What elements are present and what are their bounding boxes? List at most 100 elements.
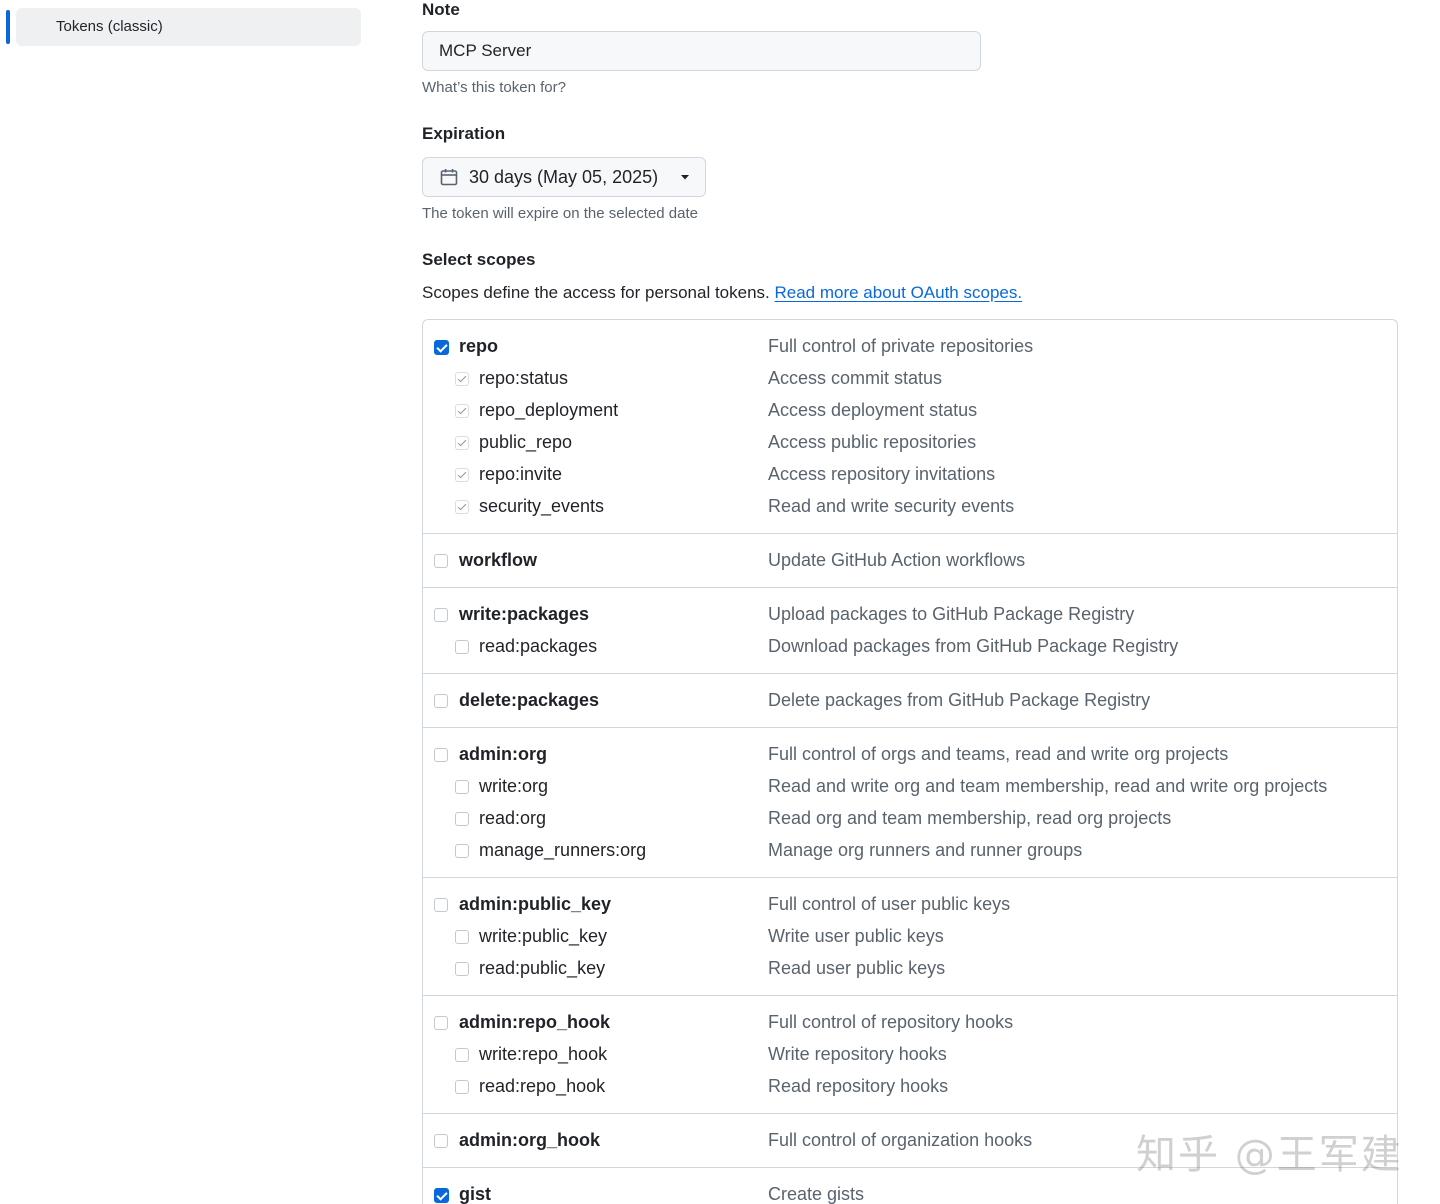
sub-scope-name: write:org — [479, 776, 549, 796]
sub-scope-checkbox[interactable] — [455, 1048, 469, 1062]
scope-checkbox[interactable] — [434, 748, 448, 762]
note-input[interactable] — [422, 31, 981, 71]
scope-name: admin:org_hook — [459, 1130, 601, 1150]
sub-scope-name: read:packages — [479, 636, 598, 656]
note-hint: What’s this token for? — [422, 79, 566, 96]
sub-scope-checkbox[interactable] — [455, 930, 469, 944]
scope-checkbox[interactable] — [434, 898, 448, 912]
scope-name: delete:packages — [459, 690, 600, 710]
sub-scope-name: read:org — [479, 808, 547, 828]
sub-scope-name: security_events — [479, 496, 605, 516]
sub-scope-description: Write repository hooks — [768, 1044, 947, 1064]
scope-group-repo: repo Full control of private repositories… — [423, 320, 1397, 534]
scopes-table: repo Full control of private repositories… — [422, 319, 1398, 1204]
sub-scope-description: Access public repositories — [768, 432, 977, 452]
sub-scope-row[interactable]: read:org Read org and team membership, re… — [423, 803, 1397, 835]
sub-scope-row[interactable]: read:packages Download packages from GitH… — [423, 631, 1397, 663]
scope-name: admin:org — [459, 744, 547, 764]
watermark: 知乎 @王军建 — [1136, 1132, 1403, 1178]
scope-checkbox[interactable] — [434, 1188, 449, 1203]
scope-name: gist — [459, 1184, 492, 1204]
sub-scope-name: repo:status — [479, 368, 569, 388]
token-settings-page: Tokens (classic) Note What’s this token … — [0, 0, 1440, 1204]
scope-checkbox[interactable] — [434, 608, 448, 622]
scope-description: Full control of user public keys — [768, 894, 1011, 914]
scope-row[interactable]: gist Create gists — [423, 1179, 1397, 1204]
scope-checkbox[interactable] — [434, 1016, 448, 1030]
sub-scope-description: Access repository invitations — [768, 464, 996, 484]
sub-scope-checkbox[interactable] — [455, 812, 469, 826]
sidebar-item-tokens-classic[interactable]: Tokens (classic) — [16, 8, 361, 46]
sidebar-item-label: Tokens (classic) — [56, 18, 163, 35]
caret-down-icon — [681, 175, 689, 180]
sub-scope-checkbox[interactable] — [455, 780, 469, 794]
sub-scope-description: Read and write security events — [768, 496, 1015, 516]
scope-row[interactable]: admin:org Full control of orgs and teams,… — [423, 739, 1397, 771]
sub-scope-checkbox[interactable] — [455, 640, 469, 654]
scope-description: Full control of private repositories — [768, 336, 1034, 356]
oauth-scopes-link[interactable]: Read more about OAuth scopes. — [774, 283, 1022, 302]
scope-name: admin:public_key — [459, 894, 612, 914]
sub-scope-row[interactable]: write:repo_hook Write repository hooks — [423, 1039, 1397, 1071]
scope-description: Update GitHub Action workflows — [768, 550, 1026, 570]
sub-scope-checkbox[interactable] — [455, 468, 469, 482]
scope-row[interactable]: workflow Update GitHub Action workflows — [423, 545, 1397, 577]
scope-name: write:packages — [459, 604, 590, 624]
sidebar-active-indicator — [6, 10, 10, 44]
scope-description: Upload packages to GitHub Package Regist… — [768, 604, 1135, 624]
scope-name: repo — [459, 336, 499, 356]
scope-group-admin-org: admin:org Full control of orgs and teams,… — [423, 728, 1397, 878]
scope-row[interactable]: repo Full control of private repositories — [423, 331, 1397, 363]
sub-scope-description: Read repository hooks — [768, 1076, 949, 1096]
scope-group-write-packages: write:packages Upload packages to GitHub … — [423, 588, 1397, 674]
scope-row[interactable]: admin:public_key Full control of user pub… — [423, 889, 1397, 921]
scope-row[interactable]: delete:packages Delete packages from GitH… — [423, 685, 1397, 717]
scope-description: Full control of orgs and teams, read and… — [768, 744, 1229, 764]
sub-scope-checkbox[interactable] — [455, 436, 469, 450]
expiration-value: 30 days (May 05, 2025) — [469, 166, 659, 187]
sub-scope-row[interactable]: write:org Read and write org and team mem… — [423, 771, 1397, 803]
sub-scope-row[interactable]: repo:status Access commit status — [423, 363, 1397, 395]
sub-scope-checkbox[interactable] — [455, 500, 469, 514]
sub-scope-row[interactable]: read:repo_hook Read repository hooks — [423, 1071, 1397, 1103]
sub-scope-row[interactable]: read:public_key Read user public keys — [423, 953, 1397, 985]
sub-scope-description: Read user public keys — [768, 958, 946, 978]
scope-group-workflow: workflow Update GitHub Action workflows — [423, 534, 1397, 588]
sub-scope-row[interactable]: public_repo Access public repositories — [423, 427, 1397, 459]
scope-description: Create gists — [768, 1184, 865, 1204]
sub-scope-name: write:public_key — [479, 926, 608, 946]
scope-row[interactable]: admin:repo_hook Full control of repositor… — [423, 1007, 1397, 1039]
sub-scope-checkbox[interactable] — [455, 844, 469, 858]
scope-checkbox[interactable] — [434, 554, 448, 568]
expiration-label: Expiration — [422, 124, 506, 143]
scope-checkbox[interactable] — [434, 1134, 448, 1148]
sub-scope-row[interactable]: repo_deployment Access deployment status — [423, 395, 1397, 427]
sub-scope-description: Read org and team membership, read org p… — [768, 808, 1172, 828]
sub-scope-row[interactable]: repo:invite Access repository invitations — [423, 459, 1397, 491]
sub-scope-description: Download packages from GitHub Package Re… — [768, 636, 1179, 656]
scope-checkbox[interactable] — [434, 340, 449, 355]
scope-group-admin-repo-hook: admin:repo_hook Full control of repositor… — [423, 996, 1397, 1114]
sub-scope-name: read:public_key — [479, 958, 606, 978]
scope-row[interactable]: write:packages Upload packages to GitHub … — [423, 599, 1397, 631]
sub-scope-checkbox[interactable] — [455, 962, 469, 976]
sub-scope-name: manage_runners:org — [479, 840, 647, 860]
expiration-select[interactable]: 30 days (May 05, 2025) — [422, 157, 706, 197]
sub-scope-checkbox[interactable] — [455, 404, 469, 418]
scope-description: Delete packages from GitHub Package Regi… — [768, 690, 1151, 710]
sub-scope-name: repo:invite — [479, 464, 563, 484]
expiration-hint: The token will expire on the selected da… — [422, 205, 698, 222]
scope-group-admin-public-key: admin:public_key Full control of user pub… — [423, 878, 1397, 996]
sub-scope-name: write:repo_hook — [479, 1044, 608, 1064]
sub-scope-checkbox[interactable] — [455, 1080, 469, 1094]
scopes-description-text: Scopes define the access for personal to… — [422, 283, 775, 302]
sub-scope-row[interactable]: write:public_key Write user public keys — [423, 921, 1397, 953]
scope-name: workflow — [459, 550, 538, 570]
scope-checkbox[interactable] — [434, 694, 448, 708]
sub-scope-description: Access commit status — [768, 368, 943, 388]
sub-scope-checkbox[interactable] — [455, 372, 469, 386]
scope-description: Full control of organization hooks — [768, 1130, 1033, 1150]
scope-name: admin:repo_hook — [459, 1012, 611, 1032]
sub-scope-row[interactable]: security_events Read and write security e… — [423, 491, 1397, 523]
sub-scope-row[interactable]: manage_runners:org Manage org runners and… — [423, 835, 1397, 867]
